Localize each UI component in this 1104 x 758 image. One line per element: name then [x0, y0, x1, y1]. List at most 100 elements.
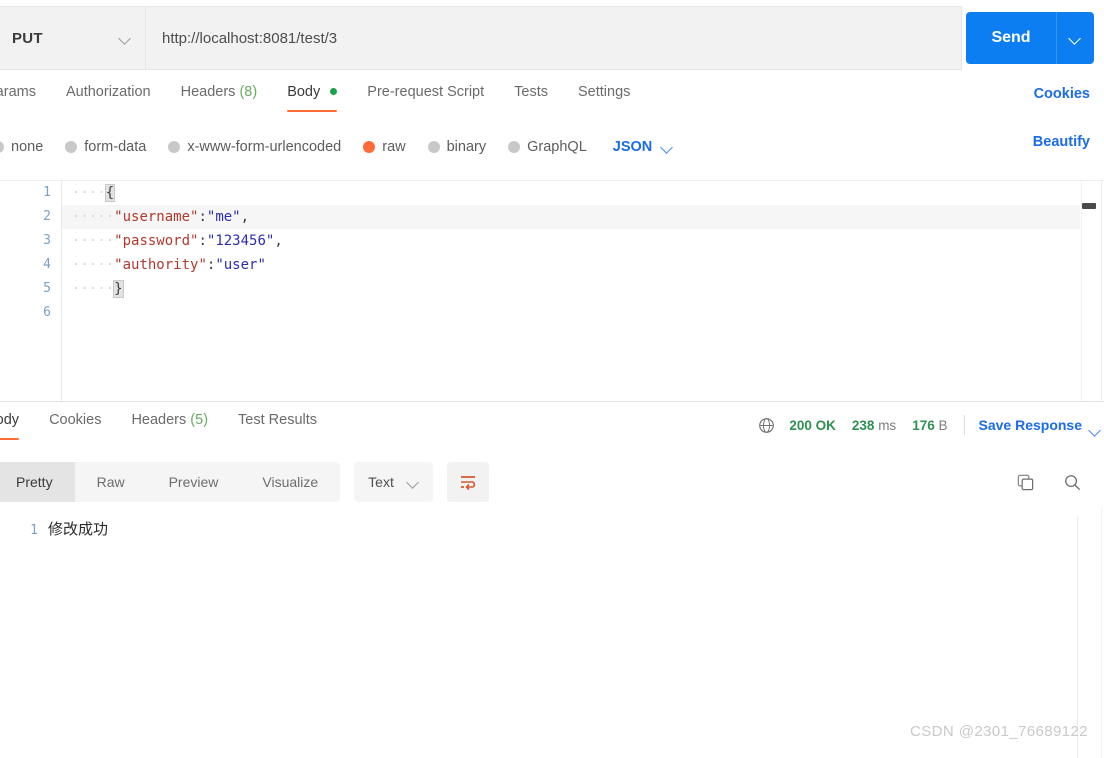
- tab-label: Tests: [514, 84, 548, 100]
- tab-label: Authorization: [65, 84, 151, 100]
- code-token: "123456": [206, 233, 275, 249]
- size-value: 176: [912, 417, 935, 433]
- line-number: 4: [43, 257, 51, 272]
- editor-code-area[interactable]: ····{ ·····"username":"me", ····· "password…: [62, 181, 1080, 401]
- url-input[interactable]: http://localhost:8081/test/3: [146, 6, 962, 70]
- line-number: 5: [43, 281, 51, 296]
- code-token: ,: [240, 209, 250, 225]
- cookies-link[interactable]: Cookies: [1034, 86, 1090, 102]
- response-format-selector[interactable]: Text: [354, 462, 433, 502]
- response-view-preview[interactable]: Preview: [147, 462, 241, 502]
- radio-icon: [508, 141, 521, 153]
- body-option-form-data[interactable]: form-data: [65, 139, 146, 155]
- radio-icon: [65, 141, 78, 153]
- body-format-label: JSON: [612, 139, 653, 155]
- response-tab-test-results[interactable]: Test Results: [238, 408, 317, 440]
- http-method-selector[interactable]: PUT: [0, 6, 146, 70]
- body-option-graphql[interactable]: GraphQL: [508, 139, 587, 155]
- tab-settings[interactable]: Settings: [578, 80, 630, 112]
- whitespace-dots: ····: [72, 185, 106, 201]
- request-url-bar: PUT http://localhost:8081/test/3 Send: [0, 6, 1104, 70]
- search-icon[interactable]: [1063, 473, 1082, 492]
- copy-icon[interactable]: [1016, 473, 1035, 492]
- tab-label: Settings: [577, 84, 631, 100]
- tab-params[interactable]: Params: [0, 80, 36, 112]
- globe-icon: [759, 417, 775, 433]
- code-token: {: [104, 184, 116, 202]
- response-view-raw[interactable]: Raw: [75, 462, 147, 502]
- body-format-selector[interactable]: JSON: [613, 139, 674, 155]
- body-option-raw[interactable]: raw: [363, 139, 406, 155]
- radio-icon: [168, 141, 181, 153]
- size-unit: B: [938, 417, 948, 433]
- editor-right-edge: [1101, 181, 1102, 401]
- body-option-none[interactable]: none: [0, 139, 43, 155]
- response-body-text: 修改成功: [48, 521, 109, 538]
- send-options-button[interactable]: [1056, 12, 1094, 64]
- chevron-down-icon: [408, 477, 419, 488]
- tab-authorization[interactable]: Authorization: [66, 80, 151, 112]
- code-token: ,: [274, 233, 283, 249]
- response-body-right-edge: [1101, 508, 1102, 758]
- chevron-down-icon: [662, 142, 673, 153]
- word-wrap-icon: [460, 476, 475, 491]
- line-number: 6: [43, 305, 51, 320]
- status-text: 200 OK: [789, 417, 836, 433]
- tab-label: Headers: [131, 412, 187, 428]
- radio-icon: [0, 141, 4, 153]
- response-status-code: 200 OK: [789, 418, 836, 433]
- option-label: form-data: [84, 139, 147, 155]
- send-button-group: Send: [966, 12, 1094, 64]
- editor-line: ·····"authority":"user": [62, 253, 1080, 277]
- tab-headers[interactable]: Headers (8): [181, 80, 258, 112]
- tab-pre-request-script[interactable]: Pre-request Script: [367, 80, 484, 112]
- chevron-down-icon: [1070, 33, 1081, 44]
- editor-right-rule: [1081, 181, 1082, 401]
- response-tab-cookies[interactable]: Cookies: [49, 408, 101, 440]
- status-divider: [963, 415, 965, 435]
- editor-scrollbar-thumb[interactable]: [1082, 203, 1096, 209]
- line-number: 1: [30, 523, 38, 538]
- editor-line: ·····"username":"me",: [62, 205, 1080, 229]
- chevron-down-icon: [120, 33, 131, 44]
- tab-tests[interactable]: Tests: [514, 80, 548, 112]
- save-response-button[interactable]: Save Response: [979, 417, 1083, 433]
- tab-label: Cookies: [49, 412, 102, 428]
- code-token: "username": [114, 209, 199, 225]
- editor-line: ·····}: [62, 277, 1080, 301]
- beautify-button[interactable]: Beautify: [1033, 134, 1090, 150]
- line-number: 1: [43, 185, 51, 200]
- response-size: 176 B: [912, 418, 947, 433]
- response-headers-count: (5): [190, 412, 209, 428]
- response-body-panel[interactable]: 1 修改成功: [0, 508, 1104, 758]
- response-format-label: Text: [368, 474, 394, 490]
- radio-icon: [427, 141, 440, 153]
- option-label: x-www-form-urlencoded: [187, 139, 342, 155]
- code-token: :: [198, 209, 207, 225]
- option-label: raw: [382, 139, 406, 155]
- response-tab-headers[interactable]: Headers (5): [131, 408, 208, 440]
- whitespace-dots: ·····: [72, 281, 115, 297]
- tab-label: Test Results: [238, 412, 318, 428]
- body-option-binary[interactable]: binary: [427, 139, 487, 155]
- time-unit: ms: [878, 417, 897, 433]
- body-option-x-www-form-urlencoded[interactable]: x-www-form-urlencoded: [168, 139, 341, 155]
- response-toolbar-actions: [1016, 462, 1082, 502]
- radio-selected-icon: [363, 141, 376, 153]
- response-tab-body[interactable]: Body: [0, 408, 20, 440]
- response-view-pretty[interactable]: Pretty: [0, 462, 75, 502]
- tab-body[interactable]: Body: [287, 80, 338, 112]
- word-wrap-button[interactable]: [446, 462, 489, 502]
- whitespace-dots: ·····: [72, 257, 115, 273]
- option-label: GraphQL: [527, 139, 587, 155]
- code-token: "password": [114, 233, 199, 249]
- response-status-bar: 200 OK 238 ms 176 B Save Response: [758, 415, 1090, 435]
- tab-label: Body: [0, 412, 20, 428]
- response-view-segments: Pretty Raw Preview Visualize: [0, 462, 341, 502]
- request-body-editor[interactable]: 1 2 3 4 5 6 ····{·····"username":"me", ··…: [0, 180, 1104, 402]
- tab-label: Pre-request Script: [367, 84, 485, 100]
- send-button[interactable]: Send: [966, 12, 1056, 64]
- option-label: binary: [446, 139, 487, 155]
- response-view-visualize[interactable]: Visualize: [240, 462, 340, 502]
